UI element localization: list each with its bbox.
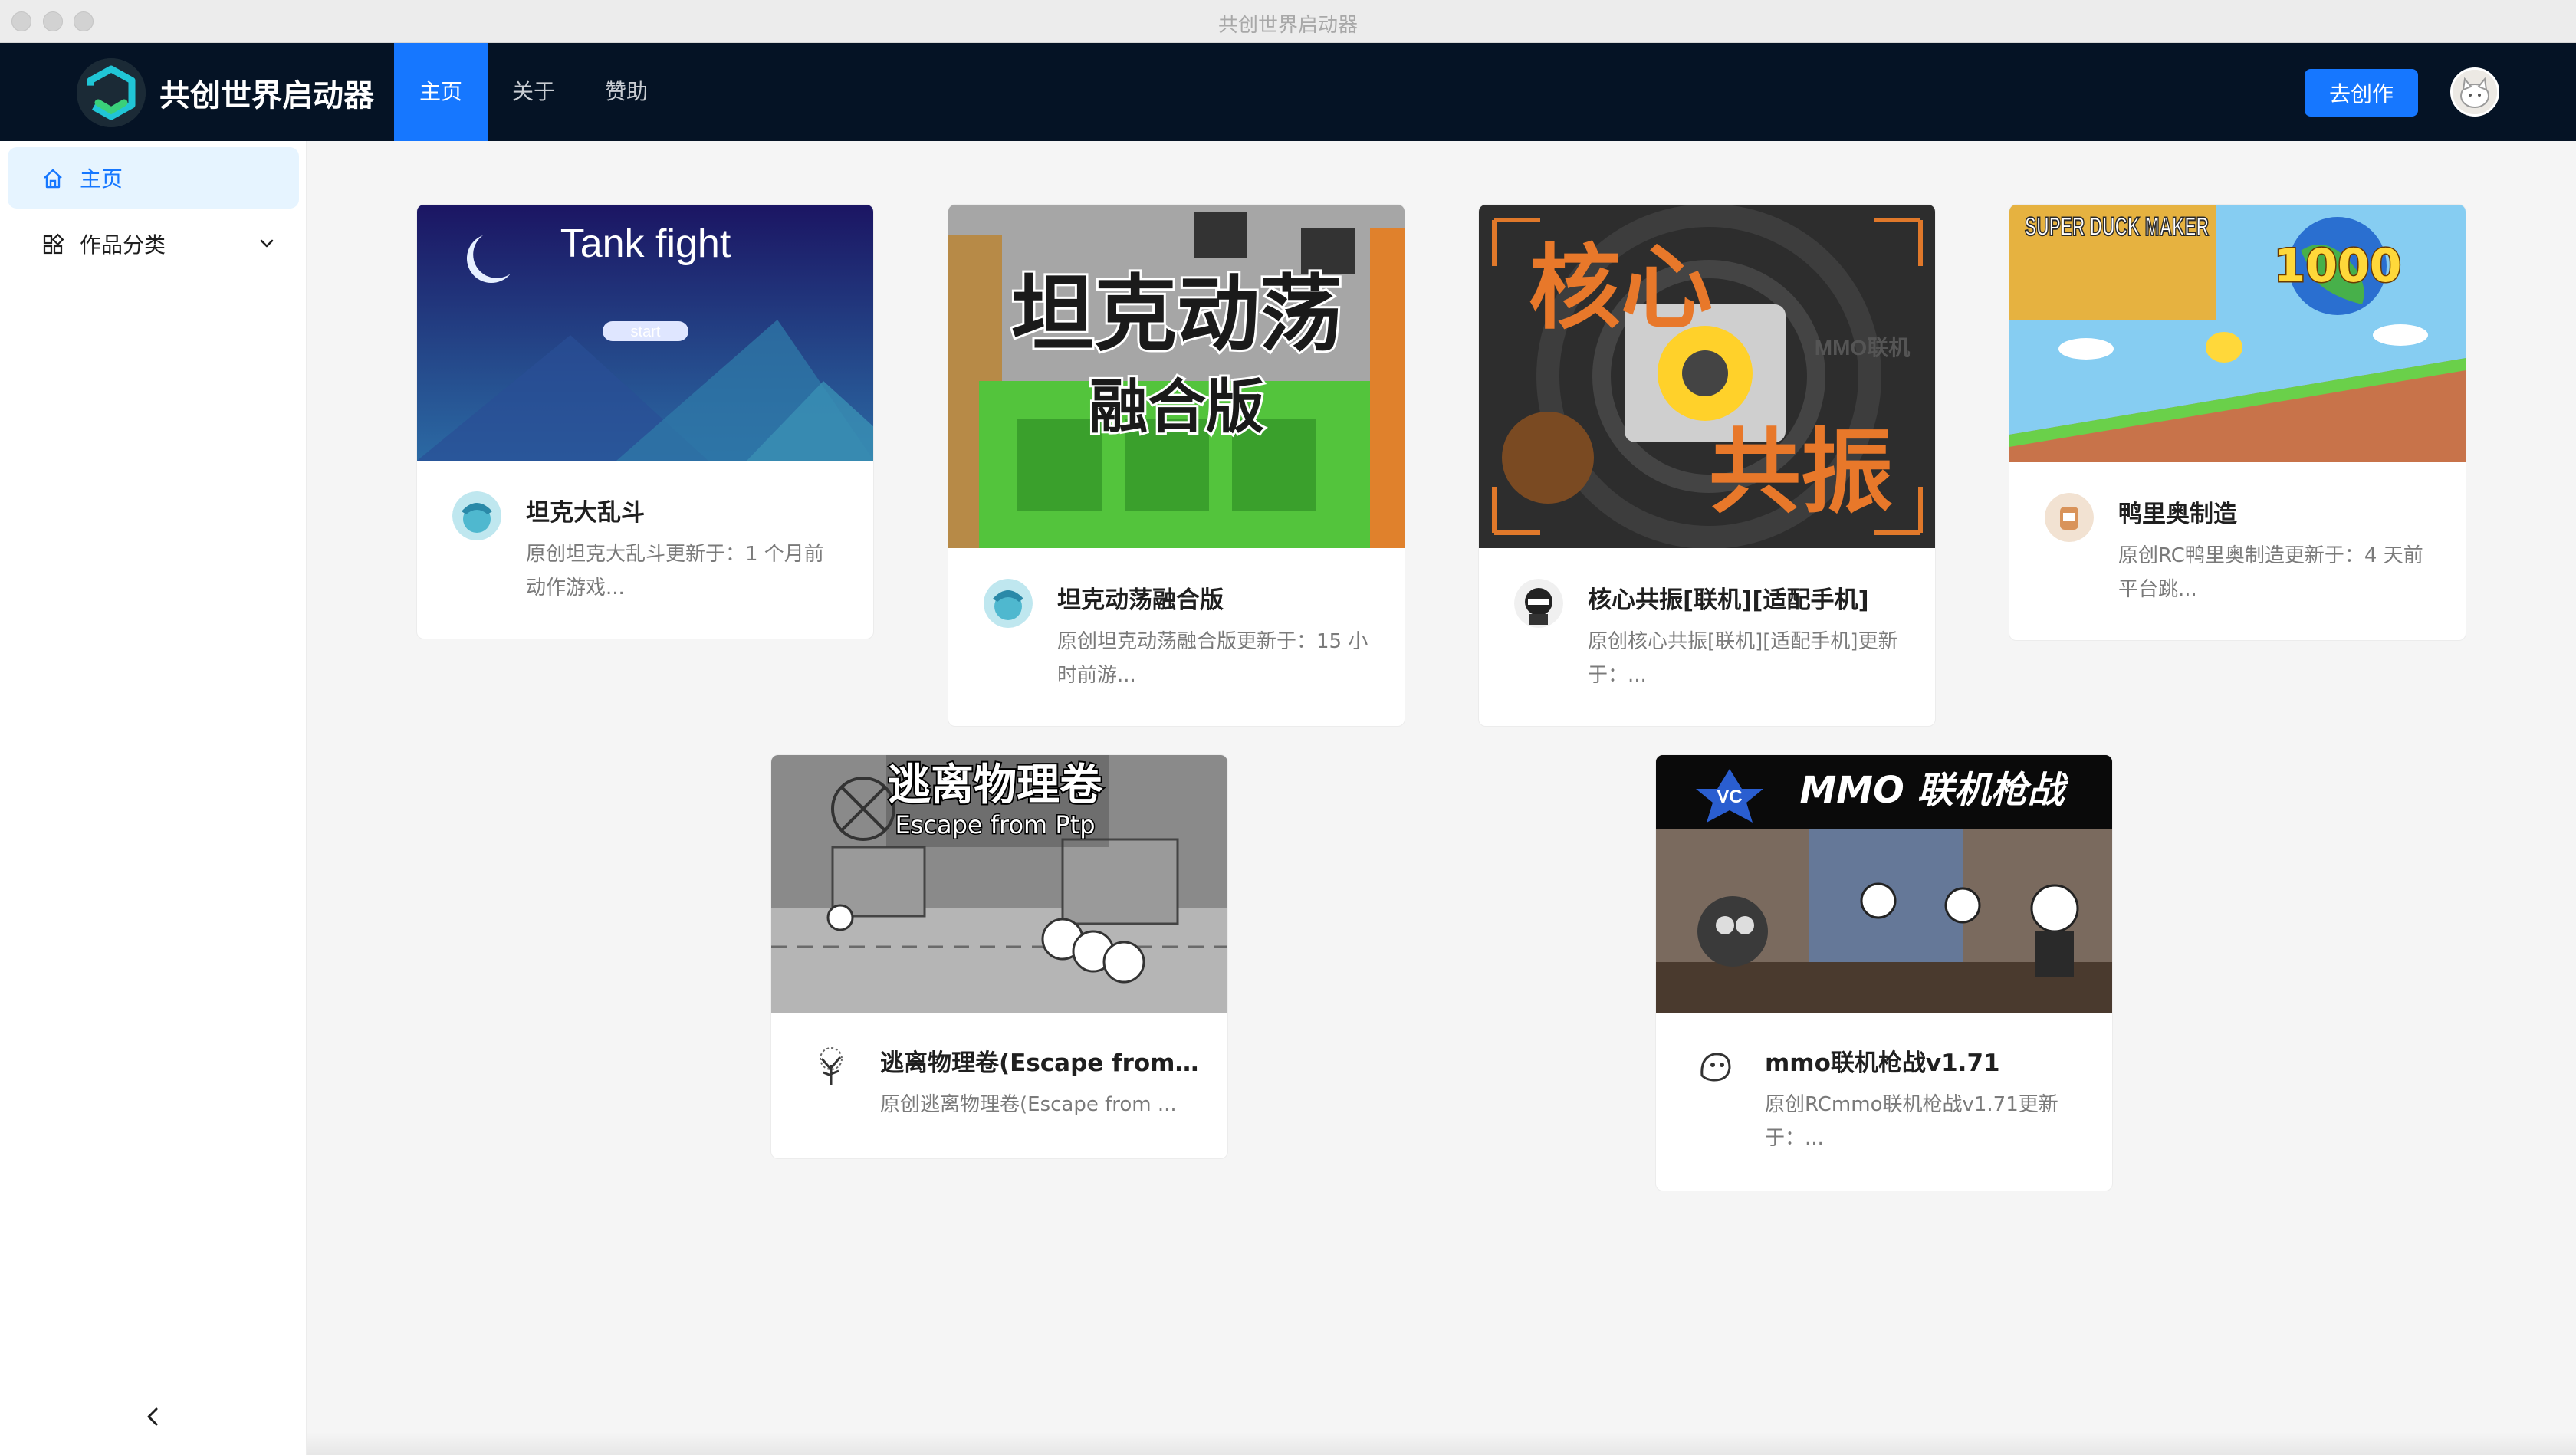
svg-text:1000: 1000 [2274,239,2402,293]
author-avatar[interactable] [1691,1042,1740,1091]
work-desc: 原创坦克大乱斗更新于：1 个月前动作游戏... [526,543,824,599]
work-title: mmo联机枪战v1.71 [1765,1049,2000,1077]
cover-title: 逃离物理卷 [888,760,1103,810]
home-icon [44,169,62,189]
sidebar-item-categories[interactable]: 作品分类 [8,213,299,274]
app-header: 共创世界启动器 主页 关于 赞助 去创作 [0,43,2576,141]
author-avatar[interactable] [984,579,1033,628]
work-cover-image: VC MMO 联机枪战 [1656,755,2112,1013]
work-desc: 原创坦克动荡融合版更新于：15 小时前游... [1057,630,1368,687]
sidebar: 主页 作品分类 [0,141,307,1455]
content-bottom-shadow [307,1432,2576,1455]
app-logo [77,58,146,127]
work-title: 逃离物理卷(Escape from ... [880,1049,1202,1077]
work-card[interactable]: 核心 共振 MMO联机 核心共振[联机][适配手机] 原创核心共振[联机][适配… [1478,204,1936,727]
cat-avatar-icon [2453,70,2497,114]
sidebar-item-label: 作品分类 [80,232,166,258]
work-title: 核心共振[联机][适配手机] [1588,586,1869,614]
work-desc: 原创RCmmo联机枪战v1.71更新于：... [1765,1093,2058,1150]
svg-text:共振: 共振 [1709,419,1893,526]
author-avatar[interactable] [452,491,501,540]
work-card[interactable]: Tank fight start 坦克大乱斗 原创坦克大乱斗更新于：1 个月前动… [416,204,874,639]
work-title: 坦克动荡融合版 [1057,586,1224,614]
chevron-left-icon[interactable] [143,1403,164,1430]
work-desc: 原创逃离物理卷(Escape from ... [880,1093,1177,1116]
work-cover-image: Tank fight start [417,205,873,461]
author-avatar[interactable] [1514,579,1563,628]
work-cover-image: 坦克动荡 融合版 [948,205,1405,548]
app-brand: 共创世界启动器 [159,78,374,113]
window-titlebar: 共创世界启动器 [0,0,2576,43]
work-card[interactable]: SUPER DUCK MAKER 1000 鸭里奥制造 原创RC鸭里奥制造更新于… [2009,204,2466,641]
create-button[interactable]: 去创作 [2305,69,2418,117]
sidebar-item-home[interactable]: 主页 [8,147,299,209]
cover-title: 核心 [1529,235,1713,342]
work-desc: 原创RC鸭里奥制造更新于：4 天前平台跳... [2118,544,2423,601]
work-desc: 原创核心共振[联机][适配手机]更新于：... [1588,630,1898,687]
work-cover-image: 逃离物理卷 Escape from Ptp [771,755,1227,1013]
window-title: 共创世界启动器 [1217,14,1358,37]
work-title: 坦克大乱斗 [526,499,645,527]
cover-title: Tank fight [560,222,731,266]
apps-icon [43,233,64,255]
svg-text:Escape from Ptp: Escape from Ptp [895,810,1095,839]
nav-about[interactable]: 关于 [488,43,580,141]
author-avatar[interactable] [2045,493,2094,542]
cover-title: 坦克动荡 [1011,267,1342,363]
work-card[interactable]: 坦克动荡 融合版 坦克动荡融合版 原创坦克动荡融合版更新于：15 小时前游... [948,204,1405,727]
work-cover-image: SUPER DUCK MAKER 1000 [2009,205,2466,462]
svg-text:融合版: 融合版 [1089,373,1264,441]
work-title: 鸭里奥制造 [2118,501,2237,528]
logo-icon [77,58,146,127]
sidebar-item-label: 主页 [80,166,123,192]
nav-sponsor[interactable]: 赞助 [580,43,673,141]
svg-text:MMO联机: MMO联机 [1815,336,1910,360]
author-avatar[interactable] [807,1042,856,1091]
work-card[interactable]: VC MMO 联机枪战 mmo联机枪战v1.71 原创RCmmo联机枪战v1.7… [1655,754,2113,1191]
cover-title: MMO 联机枪战 [1799,769,2068,812]
work-card[interactable]: 逃离物理卷 Escape from Ptp 逃离物理卷(Escape from … [770,754,1228,1159]
svg-text:VC: VC [1717,787,1742,807]
cover-title: SUPER DUCK MAKER [2025,212,2209,241]
user-avatar[interactable] [2450,67,2499,117]
work-cover-image: 核心 共振 MMO联机 [1479,205,1935,548]
svg-text:start: start [631,324,661,340]
nav-home[interactable]: 主页 [394,43,488,141]
chevron-down-icon [260,239,274,248]
